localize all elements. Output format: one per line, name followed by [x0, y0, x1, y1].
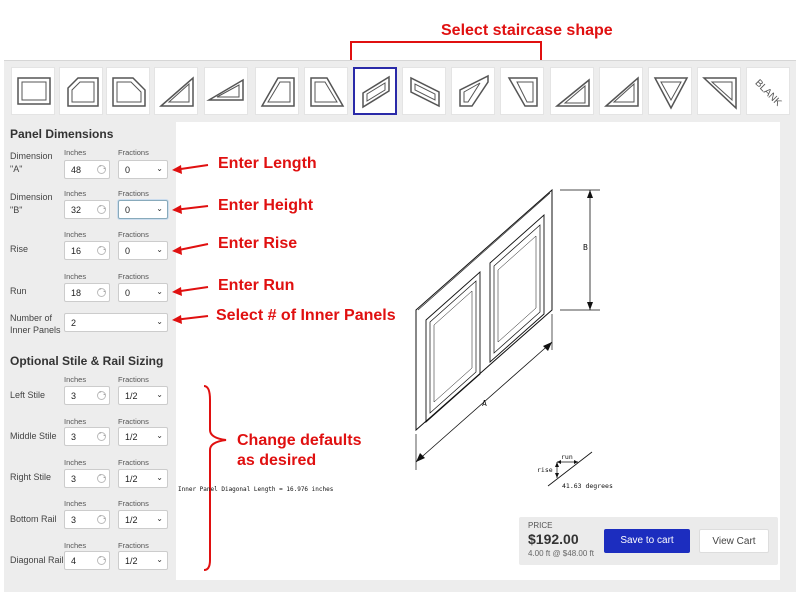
price-label: PRICE [528, 521, 553, 530]
run-label: run [561, 453, 573, 461]
label-a: A [482, 399, 487, 408]
annotation-select-panels: Select # of Inner Panels [216, 307, 396, 324]
panel-drawing [172, 164, 600, 571]
annotation-enter-rise: Enter Rise [218, 235, 298, 252]
save-to-cart-button[interactable]: Save to cart [604, 529, 690, 553]
page: Select staircase shape BLANK Panel Dimen… [0, 0, 800, 600]
annotation-enter-height: Enter Height [218, 197, 314, 214]
price-detail: 4.00 ft @ $48.00 ft [528, 549, 594, 558]
view-cart-button[interactable]: View Cart [699, 529, 769, 553]
rise-label-drawing: rise [537, 466, 553, 474]
annotation-change-defaults: Change defaults as desired [237, 432, 362, 469]
diagonal-length-text: Inner Panel Diagonal Length = 16.976 inc… [178, 486, 334, 493]
annotation-enter-length: Enter Length [218, 155, 317, 172]
label-b: B [583, 243, 588, 252]
price-amount: $192.00 [528, 531, 579, 547]
angle-label: 41.63 degrees [562, 482, 613, 490]
annotation-enter-run: Enter Run [218, 277, 295, 294]
